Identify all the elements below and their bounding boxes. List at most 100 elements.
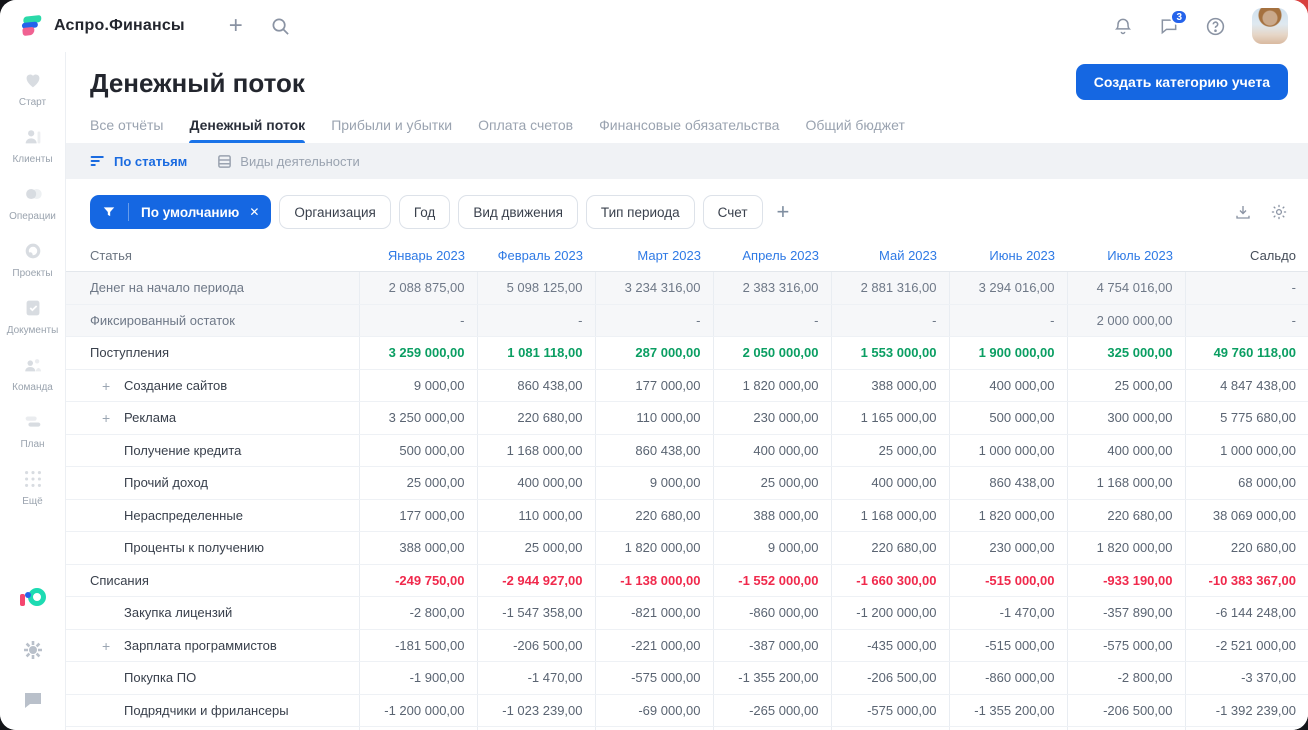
tab-оплата-счетов[interactable]: Оплата счетов	[478, 111, 573, 143]
search-icon[interactable]	[271, 17, 290, 36]
column-month[interactable]: Январь 2023	[359, 239, 477, 272]
cell-value: 500 000,00	[948, 401, 1067, 435]
subtab-виды-деятельности[interactable]: Виды деятельности	[217, 153, 360, 169]
tab-финансовые-обязательства[interactable]: Финансовые обязательства	[599, 111, 779, 143]
export-download-icon[interactable]	[1234, 203, 1252, 221]
table-row[interactable]: + Создание сайтов 9 000,00 860 438,00 177 00…	[66, 369, 1308, 402]
expand-plus-icon[interactable]: +	[102, 378, 112, 394]
cell-value: -1 470,00	[948, 596, 1067, 630]
add-filter-icon[interactable]: +	[771, 201, 796, 223]
column-month[interactable]: Февраль 2023	[477, 239, 595, 272]
sidebar-item-документы[interactable]: Документы	[0, 288, 65, 345]
sidebar-item-план[interactable]: План	[0, 402, 65, 459]
aspro-logo-icon[interactable]	[19, 586, 46, 612]
table-row[interactable]: Поступления 3 259 000,00 1 081 118,00 287 0…	[66, 336, 1308, 370]
filter-chip-организация[interactable]: Организация	[279, 195, 391, 229]
row-label: Денег на начало периода	[66, 271, 359, 305]
subtab-label: Виды деятельности	[240, 153, 360, 169]
table-row[interactable]: +Зарплата программистов-2 800,00-1 547 3…	[66, 726, 1308, 730]
cell-value: -	[948, 304, 1067, 337]
cell-value: 9 000,00	[594, 466, 713, 500]
table-row[interactable]: + Реклама 3 250 000,00 220 680,00 110 000,00…	[66, 401, 1308, 435]
cell-value: 400 000,00	[830, 466, 949, 500]
table-row[interactable]: Получение кредита 500 000,00 1 168 000,00 8…	[66, 434, 1308, 467]
filter-chip-счет[interactable]: Счет	[702, 195, 763, 229]
row-label: Закупка лицензий	[66, 596, 359, 630]
cell-value: 177 000,00	[358, 499, 477, 532]
cell-value: -206 500,00	[830, 661, 949, 695]
filter-chip-вид-движения[interactable]: Вид движения	[458, 195, 578, 229]
table-row[interactable]: Списания -249 750,00 -2 944 927,00 -1 138 0…	[66, 564, 1308, 597]
tab-все-отчёты[interactable]: Все отчёты	[90, 111, 163, 143]
cell-value: 400 000,00	[1066, 434, 1185, 467]
cell-value: -69 000,00	[594, 694, 713, 727]
start-heart-icon	[22, 69, 44, 94]
column-month[interactable]: Июнь 2023	[949, 239, 1067, 272]
cell-value: -575 000,00	[830, 694, 949, 727]
sidebar-item-операции[interactable]: Операции	[0, 174, 65, 231]
filter-chip-тип-периода[interactable]: Тип периода	[585, 195, 695, 229]
table-row[interactable]: Нераспределенные 177 000,00 110 000,00 220 …	[66, 499, 1308, 532]
cell-value: -821 000,00	[594, 596, 713, 630]
expand-plus-icon[interactable]: +	[102, 638, 112, 654]
more-grid-icon	[22, 468, 44, 493]
help-icon[interactable]	[1205, 16, 1226, 37]
cell-value: 220 680,00	[830, 531, 949, 565]
table-row[interactable]: Проценты к получению 388 000,00 25 000,00 1…	[66, 531, 1308, 565]
sidebar-item-проекты[interactable]: Проекты	[0, 231, 65, 288]
operations-icon	[22, 183, 44, 208]
active-filter-chip[interactable]: По умолчанию ✕	[90, 195, 272, 229]
sidebar-item-ещё[interactable]: Ещё	[0, 459, 65, 516]
table-row[interactable]: Прочий доход 25 000,00 400 000,00 9 000,00 2…	[66, 466, 1308, 500]
expand-plus-icon[interactable]: +	[102, 410, 112, 426]
table-row[interactable]: Денег на начало периода 2 088 875,00 5 098…	[66, 271, 1308, 305]
cell-value: -575 000,00	[1066, 629, 1185, 662]
settings-icon[interactable]	[21, 638, 45, 662]
cell-value: 1 820 000,00	[712, 369, 831, 402]
table-row[interactable]: Подрядчики и фрилансеры -1 200 000,00 -1 0…	[66, 694, 1308, 727]
cell-value: -221 000,00	[594, 629, 713, 662]
table-row[interactable]: Фиксированный остаток - - - - - -2 000 000,00-	[66, 304, 1308, 337]
row-label: +Зарплата программистов	[66, 629, 359, 662]
cell-value: 2 383 316,00	[712, 271, 831, 305]
notifications-bell-icon[interactable]	[1113, 16, 1133, 36]
view-subtabs: По статьям Виды деятельности	[66, 143, 1308, 179]
create-plus-icon[interactable]: +	[229, 12, 243, 40]
table-row[interactable]: Покупка ПО -1 900,00 -1 470,00 -575 000,00-…	[66, 661, 1308, 695]
column-month[interactable]: Апрель 2023	[713, 239, 831, 272]
table-header-row: Статья Январь 2023 Февраль 2023 Март 2023 Ап…	[66, 239, 1308, 272]
plan-icon	[22, 411, 44, 436]
cell-value: 230 000,00	[712, 401, 831, 435]
table-row[interactable]: Закупка лицензий -2 800,00 -1 547 358,00 -8…	[66, 596, 1308, 630]
sidebar-item-команда[interactable]: Команда	[0, 345, 65, 402]
create-category-button[interactable]: Создать категорию учета	[1075, 64, 1288, 100]
column-article: Статья	[66, 239, 359, 272]
column-month[interactable]: Май 2023	[831, 239, 949, 272]
column-month[interactable]: Март 2023	[595, 239, 713, 272]
cell-value: -435 000,00	[830, 629, 949, 662]
support-chat-icon[interactable]	[21, 688, 45, 712]
cell-value: 177 000,00	[594, 369, 713, 402]
cell-value: 25 000,00	[476, 531, 595, 565]
app-name: Аспро.Финансы	[54, 17, 185, 34]
cell-value: 325 000,00	[1066, 336, 1185, 370]
cell-value: 860 438,00	[948, 466, 1067, 500]
sidebar-item-клиенты[interactable]: Клиенты	[0, 117, 65, 174]
tab-прибыли-и-убытки[interactable]: Прибыли и убытки	[331, 111, 452, 143]
filter-chip-год[interactable]: Год	[398, 195, 451, 229]
cell-value: -1 552 000,00	[712, 564, 831, 597]
cell-value: -1 392 239,00	[1184, 694, 1308, 727]
sidebar-item-старт[interactable]: Старт	[0, 60, 65, 117]
tab-денежный-поток[interactable]: Денежный поток	[189, 111, 305, 143]
cell-value: 400 000,00	[712, 434, 831, 467]
subtab-по-статьям[interactable]: По статьям	[90, 154, 187, 169]
column-month[interactable]: Июль 2023	[1067, 239, 1185, 272]
tab-общий-бюджет[interactable]: Общий бюджет	[805, 111, 904, 143]
cell-value: -860 000,00	[712, 596, 831, 630]
cell-value: 25 000,00	[358, 466, 477, 500]
user-avatar[interactable]	[1252, 8, 1288, 44]
table-settings-gear-icon[interactable]	[1270, 203, 1288, 221]
remove-filter-icon[interactable]: ✕	[245, 205, 271, 219]
cell-value: 220 680,00	[1184, 531, 1308, 565]
table-row[interactable]: + Зарплата программистов -181 500,00 -206 5…	[66, 629, 1308, 662]
